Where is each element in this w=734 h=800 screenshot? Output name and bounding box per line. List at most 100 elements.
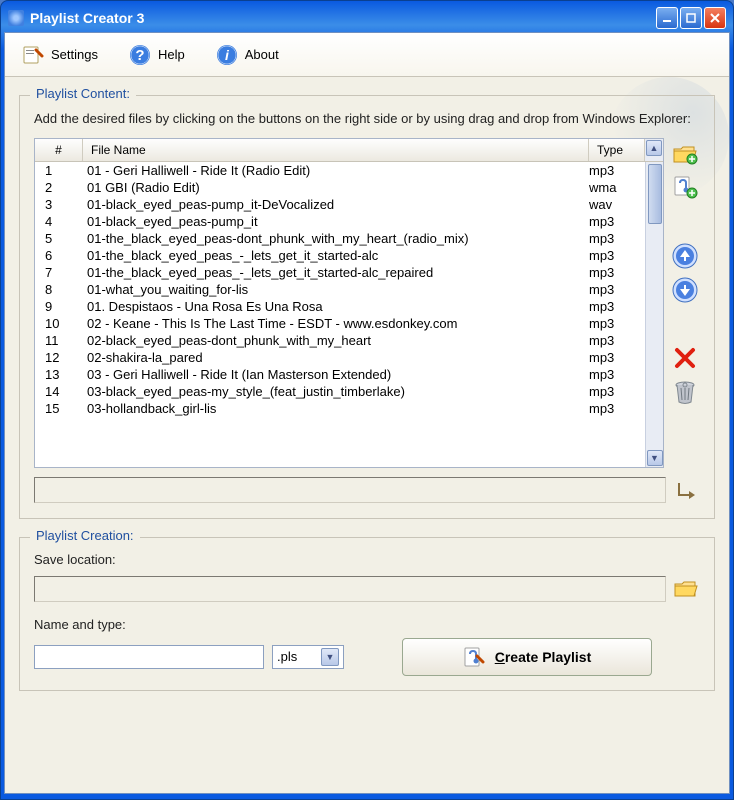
row-number: 1 [35,163,83,178]
table-row[interactable]: 801-what_you_waiting_for-lismp3 [35,281,645,298]
row-number: 6 [35,248,83,263]
row-filename: 01 GBI (Radio Edit) [83,180,589,195]
reveal-button[interactable] [672,476,700,504]
clear-all-button[interactable] [671,378,699,406]
minimize-button[interactable] [656,7,678,29]
column-number[interactable]: # [35,139,83,161]
row-number: 10 [35,316,83,331]
about-icon: i [215,43,239,67]
row-type: mp3 [589,282,645,297]
reveal-icon [675,479,697,501]
table-row[interactable]: 101 - Geri Halliwell - Ride It (Radio Ed… [35,162,645,179]
file-list-header[interactable]: # File Name Type ▲ [35,139,663,162]
table-row[interactable]: 201 GBI (Radio Edit)wma [35,179,645,196]
settings-label: Settings [51,47,98,62]
save-location-label: Save location: [34,552,700,567]
scroll-down-button[interactable]: ▼ [647,450,663,466]
row-type: mp3 [589,401,645,416]
add-folder-button[interactable] [671,140,699,168]
row-type: mp3 [589,214,645,229]
arrow-up-icon [672,243,698,269]
playlist-content-group: Playlist Content: Add the desired files … [19,95,715,519]
client-area: Settings ? Help i About Playlist Content… [4,32,730,794]
table-row[interactable]: 301-black_eyed_peas-pump_it-DeVocalizedw… [35,196,645,213]
table-row[interactable]: 1202-shakira-la_paredmp3 [35,349,645,366]
scrollbar[interactable]: ▼ [645,162,663,467]
close-button[interactable] [704,7,726,29]
table-row[interactable]: 1303 - Geri Halliwell - Ride It (Ian Mas… [35,366,645,383]
scroll-thumb[interactable] [648,164,662,224]
table-row[interactable]: 1102-black_eyed_peas-dont_phunk_with_my_… [35,332,645,349]
column-filename[interactable]: File Name [83,139,589,161]
file-list[interactable]: # File Name Type ▲ 101 - Geri Halliwell … [34,138,664,468]
about-button[interactable]: i About [209,39,285,71]
row-type: mp3 [589,299,645,314]
window-title: Playlist Creator 3 [30,10,144,26]
row-number: 7 [35,265,83,280]
file-add-icon [672,175,698,201]
minimize-icon [662,13,672,23]
playlist-file-icon [463,646,485,668]
playlist-name-input[interactable] [34,645,264,669]
row-type: mp3 [589,316,645,331]
row-number: 14 [35,384,83,399]
help-label: Help [158,47,185,62]
table-row[interactable]: 1503-hollandback_girl-lismp3 [35,400,645,417]
row-number: 12 [35,350,83,365]
row-type: wav [589,197,645,212]
move-down-button[interactable] [671,276,699,304]
row-type: mp3 [589,248,645,263]
table-row[interactable]: 401-black_eyed_peas-pump_itmp3 [35,213,645,230]
row-type: mp3 [589,231,645,246]
table-row[interactable]: 501-the_black_eyed_peas-dont_phunk_with_… [35,230,645,247]
file-list-rows[interactable]: 101 - Geri Halliwell - Ride It (Radio Ed… [35,162,645,467]
row-filename: 01 - Geri Halliwell - Ride It (Radio Edi… [83,163,589,178]
maximize-icon [686,13,696,23]
row-number: 11 [35,333,83,348]
row-number: 15 [35,401,83,416]
browse-button[interactable] [672,575,700,603]
app-window: Playlist Creator 3 Settings [0,0,734,800]
playlist-type-value: .pls [277,649,297,664]
delete-button[interactable] [671,344,699,372]
playlist-type-select[interactable]: .pls ▼ [272,645,344,669]
playlist-creation-group: Playlist Creation: Save location: Name a… [19,537,715,691]
row-type: mp3 [589,265,645,280]
table-row[interactable]: 1002 - Keane - This Is The Last Time - E… [35,315,645,332]
folder-icon [673,578,699,600]
move-up-button[interactable] [671,242,699,270]
scroll-up-button[interactable]: ▲ [646,140,662,156]
row-type: mp3 [589,384,645,399]
app-icon [8,10,24,26]
row-number: 3 [35,197,83,212]
row-filename: 01-the_black_eyed_peas_-_lets_get_it_sta… [83,248,589,263]
table-row[interactable]: 701-the_black_eyed_peas_-_lets_get_it_st… [35,264,645,281]
settings-button[interactable]: Settings [15,39,104,71]
row-number: 2 [35,180,83,195]
help-button[interactable]: ? Help [122,39,191,71]
playlist-creation-legend: Playlist Creation: [30,528,140,543]
table-row[interactable]: 601-the_black_eyed_peas_-_lets_get_it_st… [35,247,645,264]
create-playlist-button[interactable]: Create Playlist [402,638,652,676]
row-filename: 01. Despistaos - Una Rosa Es Una Rosa [83,299,589,314]
row-filename: 01-black_eyed_peas-pump_it-DeVocalized [83,197,589,212]
create-playlist-label: Create Playlist [495,649,592,665]
save-location-input[interactable] [34,576,666,602]
row-filename: 02 - Keane - This Is The Last Time - ESD… [83,316,589,331]
row-number: 13 [35,367,83,382]
row-number: 5 [35,231,83,246]
column-type[interactable]: Type [589,139,645,161]
row-number: 4 [35,214,83,229]
row-type: mp3 [589,350,645,365]
folder-add-icon [672,142,698,166]
row-filename: 01-the_black_eyed_peas_-_lets_get_it_sta… [83,265,589,280]
svg-text:?: ? [135,47,144,64]
titlebar[interactable]: Playlist Creator 3 [4,4,730,32]
table-row[interactable]: 901. Despistaos - Una Rosa Es Una Rosamp… [35,298,645,315]
delete-x-icon [673,346,697,370]
table-row[interactable]: 1403-black_eyed_peas-my_style_(feat_just… [35,383,645,400]
add-files-button[interactable] [671,174,699,202]
selected-path-display [34,477,666,503]
trash-icon [673,379,697,405]
maximize-button[interactable] [680,7,702,29]
